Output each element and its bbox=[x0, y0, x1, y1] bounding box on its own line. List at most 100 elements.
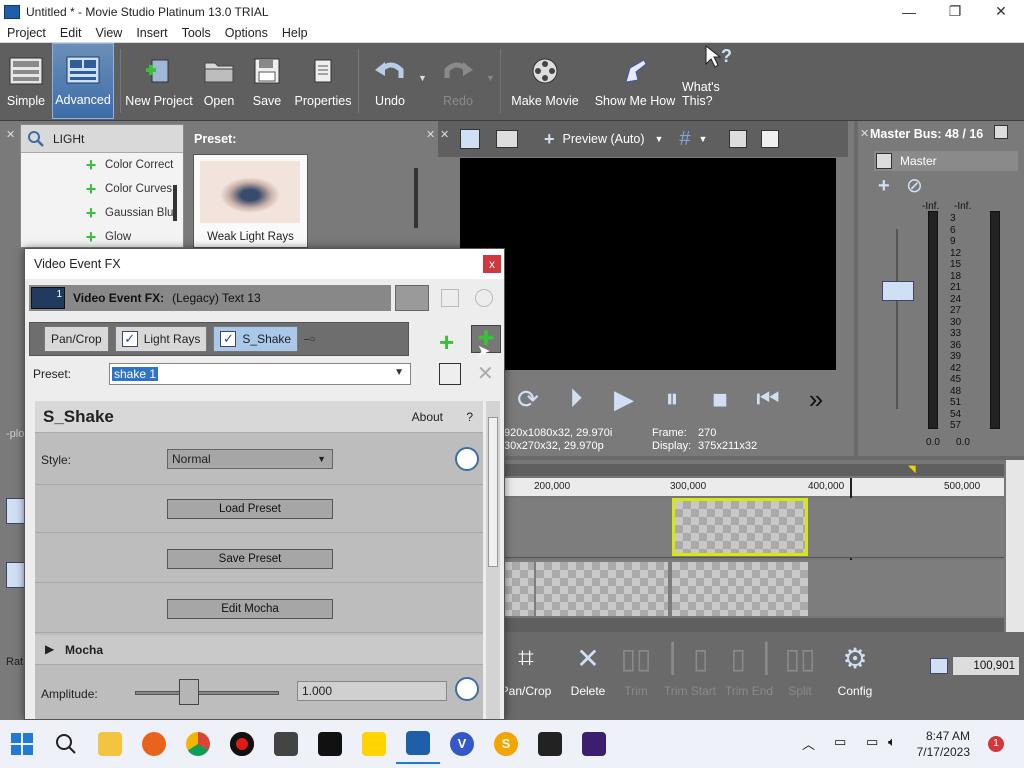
delete-preset-icon[interactable]: ✕ bbox=[477, 361, 494, 386]
load-preset-button[interactable]: Load Preset bbox=[167, 499, 333, 519]
notification-badge[interactable]: 1 bbox=[988, 736, 1004, 752]
play-from-start-icon[interactable]: ⏵ bbox=[552, 383, 600, 415]
preview-quality-select[interactable]: Preview (Auto) bbox=[563, 132, 645, 146]
undo-dropdown-icon[interactable]: ▼ bbox=[418, 73, 427, 83]
minimize-button[interactable]: — bbox=[886, 0, 932, 23]
amplitude-slider-thumb[interactable] bbox=[179, 679, 200, 705]
menu-insert[interactable]: Insert bbox=[129, 26, 174, 40]
add-fx-icon[interactable]: + bbox=[439, 327, 454, 358]
timecode-display[interactable]: 100,901 bbox=[952, 656, 1020, 676]
7zip-app[interactable] bbox=[308, 724, 352, 764]
copy-snapshot-icon[interactable] bbox=[729, 130, 748, 148]
amplitude-slider-track[interactable] bbox=[135, 691, 279, 695]
list-item[interactable]: + Gaussian Blur bbox=[21, 201, 183, 225]
chain-pan-crop[interactable]: Pan/Crop bbox=[44, 326, 109, 352]
track-header-icon-2[interactable] bbox=[6, 562, 26, 588]
movie-studio-app[interactable] bbox=[396, 724, 440, 764]
keyframe-clock-icon[interactable] bbox=[455, 447, 479, 471]
go-to-start-icon[interactable]: ⏮ bbox=[744, 383, 792, 415]
menu-help[interactable]: Help bbox=[275, 26, 315, 40]
chrome-app[interactable] bbox=[176, 724, 220, 764]
save-preset-button[interactable]: Save Preset bbox=[167, 549, 333, 569]
make-movie-button[interactable]: Make Movie bbox=[508, 43, 582, 119]
menu-project[interactable]: Project bbox=[0, 26, 53, 40]
pause-icon[interactable]: ⏸ bbox=[648, 383, 696, 415]
list-scrollbar[interactable] bbox=[173, 185, 177, 221]
recorder-app[interactable] bbox=[220, 724, 264, 764]
list-item[interactable]: + Glow bbox=[21, 225, 183, 249]
selected-text-clip[interactable] bbox=[672, 498, 808, 556]
master-close-icon[interactable]: ✕ bbox=[860, 127, 869, 140]
display-icon[interactable]: ▭ bbox=[866, 734, 878, 750]
file-explorer-app[interactable] bbox=[88, 724, 132, 764]
snap-icon[interactable] bbox=[930, 658, 948, 674]
expand-triangle-icon[interactable]: ▶ bbox=[45, 642, 54, 656]
checkbox-light-rays[interactable]: ✓ bbox=[121, 331, 138, 347]
timeline-horizontal-scrollbar[interactable] bbox=[504, 618, 1004, 632]
chain-light-rays[interactable]: ✓ Light Rays bbox=[114, 326, 208, 352]
preset-thumbnail[interactable]: Weak Light Rays bbox=[193, 154, 308, 248]
start-button[interactable] bbox=[0, 724, 44, 764]
open-button[interactable]: Open bbox=[198, 43, 240, 119]
edit-mocha-button[interactable]: Edit Mocha bbox=[167, 599, 333, 619]
chevron-down-icon[interactable]: ▼ bbox=[394, 367, 404, 378]
preview-properties-icon[interactable] bbox=[460, 129, 480, 149]
color-app[interactable] bbox=[528, 724, 572, 764]
grid-dropdown-icon[interactable]: ▼ bbox=[699, 134, 708, 144]
mixer-properties-icon[interactable] bbox=[994, 125, 1008, 139]
purple-film-app[interactable] bbox=[572, 724, 616, 764]
save-preset-icon[interactable] bbox=[439, 363, 461, 385]
play-icon[interactable]: ▶ bbox=[600, 384, 648, 415]
scrollbar-thumb[interactable] bbox=[488, 417, 498, 567]
preset-scrollbar[interactable] bbox=[414, 168, 418, 228]
loop-icon[interactable]: ⟳ bbox=[504, 384, 552, 415]
video-editor-app[interactable] bbox=[264, 724, 308, 764]
keyframe-clock-icon[interactable] bbox=[455, 677, 479, 701]
checkbox-s-shake[interactable]: ✓ bbox=[220, 331, 237, 347]
network-icon[interactable]: ▭ bbox=[834, 734, 846, 750]
insert-fx-icon[interactable]: + bbox=[878, 175, 890, 198]
simple-button[interactable]: Simple bbox=[4, 43, 48, 119]
preset-select[interactable]: shake 1 ▼ bbox=[109, 363, 411, 385]
firefox-app[interactable] bbox=[132, 724, 176, 764]
save-snapshot-icon[interactable] bbox=[761, 130, 780, 148]
about-link[interactable]: About bbox=[412, 410, 443, 424]
stop-icon[interactable]: ■ bbox=[696, 384, 744, 415]
mocha-section[interactable]: ▶ Mocha bbox=[35, 635, 483, 665]
chain-s-shake[interactable]: ✓ S_Shake bbox=[213, 326, 299, 352]
fx-bypass-icon[interactable] bbox=[395, 285, 429, 311]
marker-bar[interactable] bbox=[504, 464, 1004, 476]
volume-fader[interactable] bbox=[882, 281, 914, 301]
maximize-button[interactable]: ❐ bbox=[932, 0, 978, 23]
timeline-clip[interactable] bbox=[536, 562, 668, 616]
system-clock[interactable]: 8:47 AM 7/17/2023 bbox=[917, 728, 970, 760]
preview-close-icon[interactable]: ✕ bbox=[440, 128, 449, 141]
menu-options[interactable]: Options bbox=[218, 26, 275, 40]
help-link[interactable]: ? bbox=[466, 410, 473, 424]
pan-crop-button[interactable]: ⌗ Pan/Crop bbox=[501, 640, 552, 699]
config-button[interactable]: ⚙ Config bbox=[834, 640, 876, 699]
search-input[interactable]: LIGHt bbox=[53, 132, 84, 146]
advanced-button[interactable]: Advanced bbox=[52, 43, 114, 119]
timeline-clip[interactable] bbox=[672, 562, 808, 616]
save-button[interactable]: Save bbox=[246, 43, 288, 119]
timeline-ruler[interactable]: 200,000 300,000 400,000 500,000 bbox=[504, 478, 1004, 496]
properties-button[interactable]: Properties bbox=[292, 43, 354, 119]
v-app[interactable]: V bbox=[440, 724, 484, 764]
s-app[interactable]: S bbox=[484, 724, 528, 764]
close-window-button[interactable]: ✕ bbox=[978, 0, 1024, 23]
new-project-button[interactable]: New Project bbox=[124, 43, 194, 119]
chevron-down-icon[interactable]: ▼ bbox=[655, 134, 664, 144]
chevron-up-icon[interactable]: ︿ bbox=[802, 734, 815, 753]
menu-tools[interactable]: Tools bbox=[175, 26, 218, 40]
properties-scrollbar[interactable] bbox=[486, 401, 500, 719]
fast-forward-icon[interactable]: » bbox=[792, 384, 840, 415]
volume-icon[interactable]: 🔈︎ bbox=[888, 734, 896, 750]
amplitude-input[interactable]: 1.000 bbox=[297, 681, 447, 701]
monitor-icon[interactable] bbox=[496, 130, 518, 148]
mute-icon[interactable]: ⊘ bbox=[906, 173, 923, 198]
marker-icon[interactable]: ◥ bbox=[908, 464, 916, 475]
style-select[interactable]: Normal ▼ bbox=[167, 449, 333, 469]
timeline-vertical-scrollbar[interactable] bbox=[1006, 460, 1024, 632]
dialog-close-button[interactable]: x bbox=[483, 255, 501, 273]
